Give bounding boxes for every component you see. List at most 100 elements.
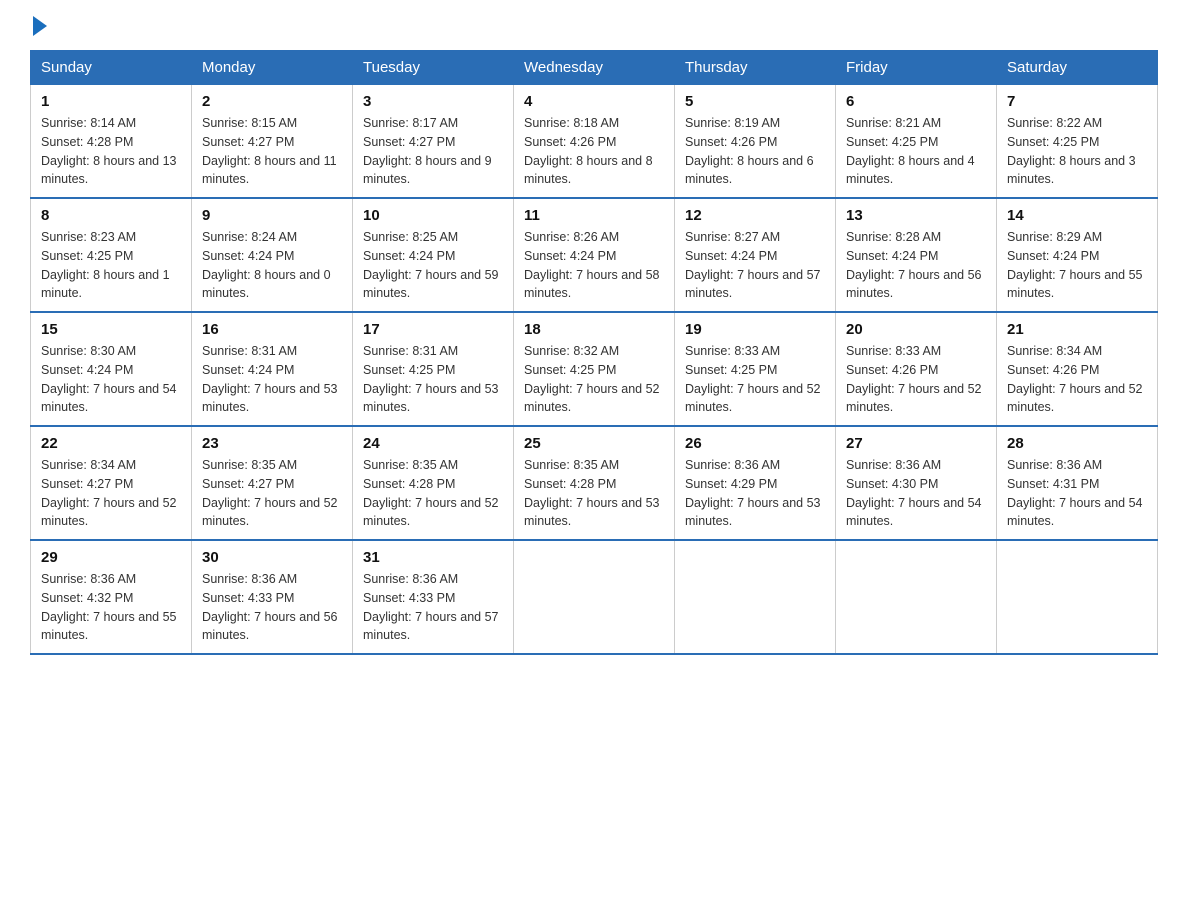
day-cell <box>997 540 1158 654</box>
day-info: Sunrise: 8:17 AMSunset: 4:27 PMDaylight:… <box>363 116 492 186</box>
day-cell: 29 Sunrise: 8:36 AMSunset: 4:32 PMDaylig… <box>31 540 192 654</box>
day-info: Sunrise: 8:24 AMSunset: 4:24 PMDaylight:… <box>202 230 331 300</box>
day-number: 3 <box>363 93 503 110</box>
day-cell: 1 Sunrise: 8:14 AMSunset: 4:28 PMDayligh… <box>31 85 192 199</box>
header-cell-sunday: Sunday <box>31 51 192 85</box>
day-info: Sunrise: 8:36 AMSunset: 4:33 PMDaylight:… <box>202 572 338 642</box>
day-info: Sunrise: 8:21 AMSunset: 4:25 PMDaylight:… <box>846 116 975 186</box>
header-cell-saturday: Saturday <box>997 51 1158 85</box>
day-cell: 21 Sunrise: 8:34 AMSunset: 4:26 PMDaylig… <box>997 312 1158 426</box>
week-row-3: 15 Sunrise: 8:30 AMSunset: 4:24 PMDaylig… <box>31 312 1158 426</box>
day-info: Sunrise: 8:15 AMSunset: 4:27 PMDaylight:… <box>202 116 337 186</box>
day-number: 9 <box>202 207 342 224</box>
day-info: Sunrise: 8:35 AMSunset: 4:27 PMDaylight:… <box>202 458 338 528</box>
day-info: Sunrise: 8:36 AMSunset: 4:32 PMDaylight:… <box>41 572 177 642</box>
calendar-header: SundayMondayTuesdayWednesdayThursdayFrid… <box>31 51 1158 85</box>
day-number: 28 <box>1007 435 1147 452</box>
day-cell: 13 Sunrise: 8:28 AMSunset: 4:24 PMDaylig… <box>836 198 997 312</box>
header-row: SundayMondayTuesdayWednesdayThursdayFrid… <box>31 51 1158 85</box>
header-cell-thursday: Thursday <box>675 51 836 85</box>
day-cell: 6 Sunrise: 8:21 AMSunset: 4:25 PMDayligh… <box>836 85 997 199</box>
header-cell-wednesday: Wednesday <box>514 51 675 85</box>
day-info: Sunrise: 8:35 AMSunset: 4:28 PMDaylight:… <box>363 458 499 528</box>
day-number: 11 <box>524 207 664 224</box>
day-info: Sunrise: 8:30 AMSunset: 4:24 PMDaylight:… <box>41 344 177 414</box>
day-cell: 11 Sunrise: 8:26 AMSunset: 4:24 PMDaylig… <box>514 198 675 312</box>
header-cell-monday: Monday <box>192 51 353 85</box>
day-cell <box>675 540 836 654</box>
day-cell: 17 Sunrise: 8:31 AMSunset: 4:25 PMDaylig… <box>353 312 514 426</box>
day-number: 31 <box>363 549 503 566</box>
day-number: 16 <box>202 321 342 338</box>
header-cell-tuesday: Tuesday <box>353 51 514 85</box>
day-cell: 7 Sunrise: 8:22 AMSunset: 4:25 PMDayligh… <box>997 85 1158 199</box>
day-cell: 3 Sunrise: 8:17 AMSunset: 4:27 PMDayligh… <box>353 85 514 199</box>
day-number: 14 <box>1007 207 1147 224</box>
day-info: Sunrise: 8:36 AMSunset: 4:30 PMDaylight:… <box>846 458 982 528</box>
day-cell: 24 Sunrise: 8:35 AMSunset: 4:28 PMDaylig… <box>353 426 514 540</box>
day-info: Sunrise: 8:34 AMSunset: 4:26 PMDaylight:… <box>1007 344 1143 414</box>
day-info: Sunrise: 8:32 AMSunset: 4:25 PMDaylight:… <box>524 344 660 414</box>
day-info: Sunrise: 8:36 AMSunset: 4:31 PMDaylight:… <box>1007 458 1143 528</box>
day-cell: 18 Sunrise: 8:32 AMSunset: 4:25 PMDaylig… <box>514 312 675 426</box>
day-number: 30 <box>202 549 342 566</box>
day-info: Sunrise: 8:18 AMSunset: 4:26 PMDaylight:… <box>524 116 653 186</box>
day-info: Sunrise: 8:23 AMSunset: 4:25 PMDaylight:… <box>41 230 170 300</box>
day-cell: 25 Sunrise: 8:35 AMSunset: 4:28 PMDaylig… <box>514 426 675 540</box>
logo-triangle-icon <box>33 16 47 36</box>
day-cell: 22 Sunrise: 8:34 AMSunset: 4:27 PMDaylig… <box>31 426 192 540</box>
day-cell <box>514 540 675 654</box>
day-info: Sunrise: 8:36 AMSunset: 4:33 PMDaylight:… <box>363 572 499 642</box>
day-cell: 31 Sunrise: 8:36 AMSunset: 4:33 PMDaylig… <box>353 540 514 654</box>
week-row-4: 22 Sunrise: 8:34 AMSunset: 4:27 PMDaylig… <box>31 426 1158 540</box>
day-number: 4 <box>524 93 664 110</box>
day-number: 17 <box>363 321 503 338</box>
day-number: 29 <box>41 549 181 566</box>
week-row-2: 8 Sunrise: 8:23 AMSunset: 4:25 PMDayligh… <box>31 198 1158 312</box>
day-info: Sunrise: 8:33 AMSunset: 4:26 PMDaylight:… <box>846 344 982 414</box>
day-cell: 30 Sunrise: 8:36 AMSunset: 4:33 PMDaylig… <box>192 540 353 654</box>
day-cell <box>836 540 997 654</box>
day-cell: 2 Sunrise: 8:15 AMSunset: 4:27 PMDayligh… <box>192 85 353 199</box>
logo <box>30 20 47 30</box>
day-number: 26 <box>685 435 825 452</box>
day-number: 10 <box>363 207 503 224</box>
day-number: 24 <box>363 435 503 452</box>
day-number: 6 <box>846 93 986 110</box>
day-number: 8 <box>41 207 181 224</box>
day-cell: 4 Sunrise: 8:18 AMSunset: 4:26 PMDayligh… <box>514 85 675 199</box>
day-number: 27 <box>846 435 986 452</box>
day-number: 21 <box>1007 321 1147 338</box>
day-number: 1 <box>41 93 181 110</box>
day-cell: 8 Sunrise: 8:23 AMSunset: 4:25 PMDayligh… <box>31 198 192 312</box>
day-cell: 10 Sunrise: 8:25 AMSunset: 4:24 PMDaylig… <box>353 198 514 312</box>
week-row-5: 29 Sunrise: 8:36 AMSunset: 4:32 PMDaylig… <box>31 540 1158 654</box>
day-number: 19 <box>685 321 825 338</box>
calendar-body: 1 Sunrise: 8:14 AMSunset: 4:28 PMDayligh… <box>31 85 1158 655</box>
day-info: Sunrise: 8:33 AMSunset: 4:25 PMDaylight:… <box>685 344 821 414</box>
day-cell: 27 Sunrise: 8:36 AMSunset: 4:30 PMDaylig… <box>836 426 997 540</box>
day-cell: 28 Sunrise: 8:36 AMSunset: 4:31 PMDaylig… <box>997 426 1158 540</box>
day-cell: 15 Sunrise: 8:30 AMSunset: 4:24 PMDaylig… <box>31 312 192 426</box>
day-info: Sunrise: 8:22 AMSunset: 4:25 PMDaylight:… <box>1007 116 1136 186</box>
day-cell: 12 Sunrise: 8:27 AMSunset: 4:24 PMDaylig… <box>675 198 836 312</box>
day-number: 25 <box>524 435 664 452</box>
day-info: Sunrise: 8:31 AMSunset: 4:25 PMDaylight:… <box>363 344 499 414</box>
day-number: 13 <box>846 207 986 224</box>
day-number: 12 <box>685 207 825 224</box>
day-info: Sunrise: 8:28 AMSunset: 4:24 PMDaylight:… <box>846 230 982 300</box>
day-number: 23 <box>202 435 342 452</box>
day-cell: 26 Sunrise: 8:36 AMSunset: 4:29 PMDaylig… <box>675 426 836 540</box>
day-number: 20 <box>846 321 986 338</box>
day-cell: 20 Sunrise: 8:33 AMSunset: 4:26 PMDaylig… <box>836 312 997 426</box>
day-cell: 19 Sunrise: 8:33 AMSunset: 4:25 PMDaylig… <box>675 312 836 426</box>
day-info: Sunrise: 8:34 AMSunset: 4:27 PMDaylight:… <box>41 458 177 528</box>
page-header <box>30 20 1158 30</box>
day-number: 15 <box>41 321 181 338</box>
day-cell: 16 Sunrise: 8:31 AMSunset: 4:24 PMDaylig… <box>192 312 353 426</box>
calendar-table: SundayMondayTuesdayWednesdayThursdayFrid… <box>30 50 1158 655</box>
day-info: Sunrise: 8:27 AMSunset: 4:24 PMDaylight:… <box>685 230 821 300</box>
week-row-1: 1 Sunrise: 8:14 AMSunset: 4:28 PMDayligh… <box>31 85 1158 199</box>
day-number: 2 <box>202 93 342 110</box>
day-cell: 14 Sunrise: 8:29 AMSunset: 4:24 PMDaylig… <box>997 198 1158 312</box>
